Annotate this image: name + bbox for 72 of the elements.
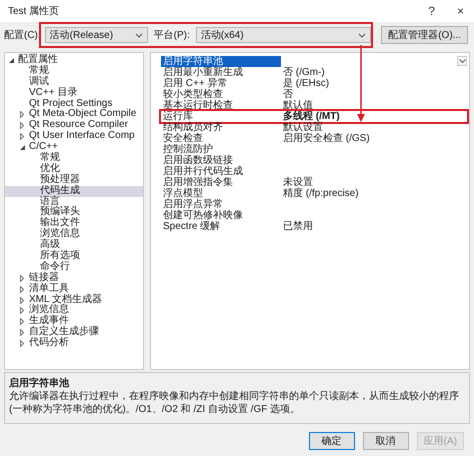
collapsed-icon[interactable] (20, 296, 24, 304)
tree-item[interactable]: 清单工具 (5, 284, 143, 295)
tree-item[interactable]: 调试 (5, 76, 143, 88)
description-title: 启用字符串池 (9, 376, 70, 390)
collapsed-icon[interactable] (20, 340, 24, 348)
property-value: 精度 (/fp:precise) (282, 188, 359, 199)
property-name[interactable]: 启用最小重新生成 (161, 67, 281, 78)
expanded-icon[interactable] (20, 145, 25, 150)
tree-item[interactable]: 代码分析 (5, 338, 143, 350)
property-name[interactable]: 较小类型检查 (161, 89, 281, 100)
collapsed-icon[interactable] (20, 329, 24, 336)
property-name[interactable]: 启用增强指令集 (161, 177, 281, 188)
tree-item[interactable]: 优化 (5, 164, 143, 175)
tree-item[interactable]: 链接器 (5, 272, 143, 284)
tree-item[interactable]: 常规 (5, 66, 143, 77)
platform-dropdown[interactable]: 活动(x64) (196, 27, 372, 43)
property-name[interactable]: 启用字符串池 (161, 56, 281, 67)
property-name[interactable]: 浮点模型 (161, 188, 281, 199)
tree-item[interactable]: 浏览信息 (5, 305, 143, 316)
property-value: 默认设置 (282, 122, 323, 133)
dialog-button[interactable]: 确定 (308, 432, 355, 450)
dialog-button[interactable]: 取消 (362, 432, 409, 450)
tree-item[interactable]: 常规 (5, 153, 143, 164)
property-value: 否 (/Gm-) (282, 67, 325, 78)
property-value: 启用安全检查 (/GS) (282, 133, 370, 144)
property-name[interactable]: 启用函数级链接 (161, 155, 281, 166)
collapsed-icon[interactable] (20, 274, 24, 282)
chevron-icon (358, 32, 366, 38)
property-name[interactable]: 启用 C++ 异常 (161, 78, 281, 89)
collapsed-icon[interactable] (20, 111, 24, 118)
config-label: 配置(C): (4, 28, 41, 42)
tree-item[interactable]: 预处理器 (5, 174, 143, 186)
dropdown-button[interactable] (457, 56, 467, 66)
config-manager-button[interactable]: 配置管理器(O)... (381, 26, 468, 44)
tree-item[interactable]: 浏览信息 (5, 229, 143, 240)
property-value: 已禁用 (282, 221, 313, 232)
collapsed-icon[interactable] (20, 318, 24, 326)
property-name[interactable]: 安全检查 (161, 133, 281, 144)
chevron-icon (134, 32, 143, 38)
expanded-icon[interactable] (9, 58, 14, 63)
property-value: 未设置 (282, 177, 313, 188)
property-name[interactable]: Spectre 缓解 (161, 221, 281, 232)
collapsed-icon[interactable] (20, 133, 24, 140)
property-value: 是 (/EHsc) (282, 78, 330, 89)
help-button[interactable]: ? (424, 4, 439, 18)
tree-item[interactable]: Qt Meta-Object Compile (5, 109, 143, 120)
config-dropdown[interactable]: 活动(Release) (44, 27, 148, 43)
tree-item[interactable]: 命令行 (5, 262, 143, 273)
platform-label: 平台(P): (154, 28, 190, 42)
tree-item[interactable]: Qt User Interface Comp (5, 131, 143, 142)
collapsed-icon[interactable] (20, 122, 24, 130)
property-name[interactable]: 结构成员对齐 (161, 122, 281, 133)
collapsed-icon[interactable] (20, 286, 24, 293)
tree-item[interactable]: 配置属性 (5, 55, 143, 66)
property-name[interactable]: 启用并行代码生成 (161, 166, 281, 177)
property-name[interactable]: 启用浮点异常 (161, 199, 281, 210)
property-name[interactable]: 运行库 (161, 111, 281, 122)
property-name[interactable]: 控制流防护 (161, 144, 281, 155)
property-value: 多线程 (/MT) (282, 111, 340, 122)
tree-item[interactable]: VC++ 目录 (5, 88, 143, 99)
tree-item[interactable]: 所有选项 (5, 251, 143, 262)
window-title: Test 属性页 (8, 4, 60, 18)
property-value: 否 (282, 89, 293, 100)
close-button[interactable]: × (452, 4, 468, 18)
description-text: 允许编译器在执行过程中，在程序映像和内存中创建相同字符串的单个只读副本，从而生成较小的程序(一种称为字符串池的优化)。/O1、/O2 和 /ZI 自动设置 /GF 选项。 (9, 390, 460, 416)
tree-item[interactable]: 代码生成 (5, 186, 143, 197)
tree-item[interactable]: Qt Project Settings (5, 98, 143, 110)
tree-item[interactable]: Qt Resource Compiler (5, 120, 143, 132)
property-value: 默认值 (282, 100, 313, 111)
collapsed-icon[interactable] (20, 307, 24, 314)
property-name[interactable]: 基本运行时检查 (161, 100, 281, 111)
property-name[interactable]: 创建可热修补映像 (161, 210, 281, 221)
